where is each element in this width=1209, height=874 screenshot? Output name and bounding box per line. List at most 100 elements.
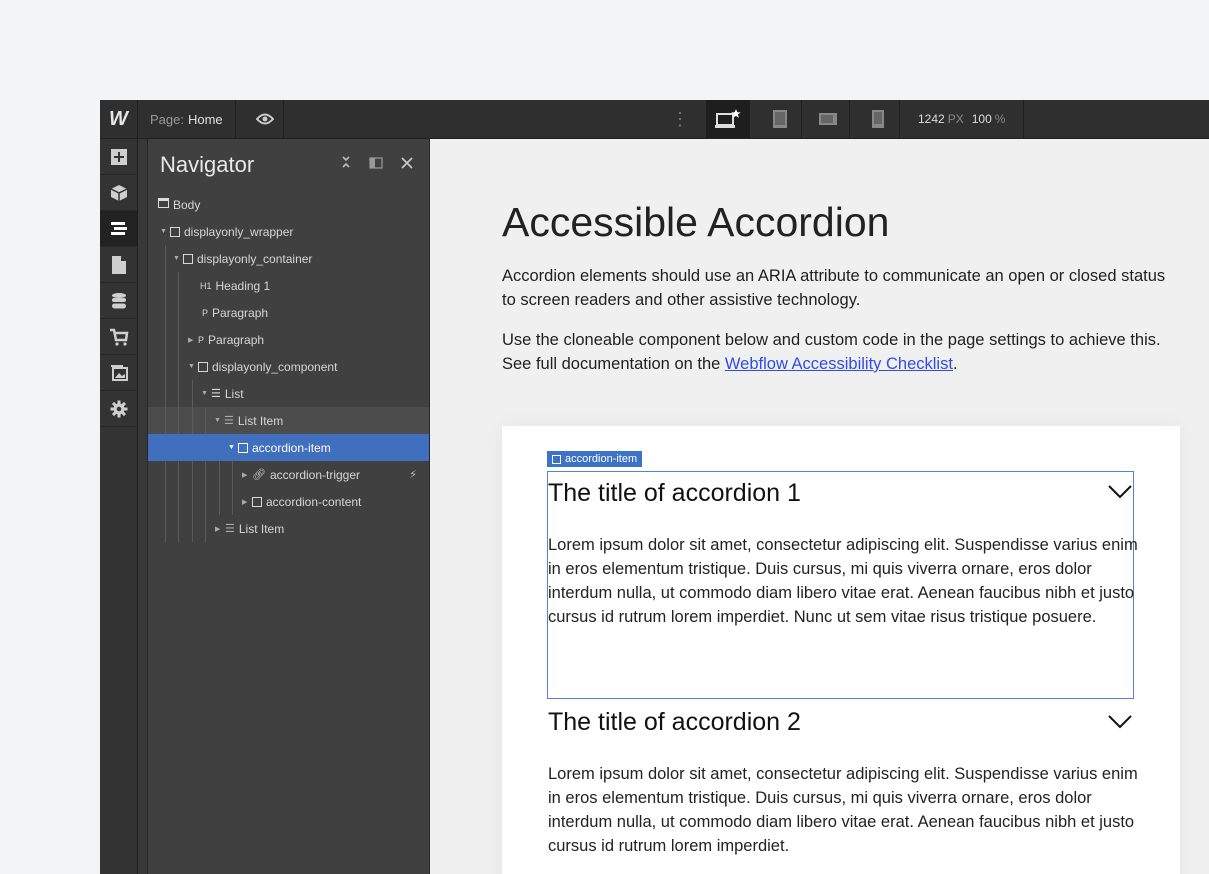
interaction-bolt-icon: ⚡︎: [409, 469, 417, 481]
accordion-1-body: Lorem ipsum dolor sit amet, consectetur …: [548, 536, 1138, 626]
tree-item-list-item[interactable]: ▼ ☰ List Item: [148, 407, 429, 434]
tree-item-paragraph[interactable]: P Paragraph: [148, 299, 429, 326]
desktop-base-icon[interactable]: [706, 100, 750, 138]
accordion-2-title[interactable]: The title of accordion 2: [548, 708, 801, 737]
instructions-paragraph[interactable]: Use the cloneable component below and cu…: [502, 328, 1182, 376]
intro-paragraph[interactable]: Accordion elements should use an ARIA at…: [502, 264, 1182, 312]
tree-item-label: accordion-trigger: [269, 467, 361, 482]
mobile-landscape-icon[interactable]: [806, 100, 850, 138]
settings-icon[interactable]: [100, 391, 137, 427]
top-bar: W Page: Home ⋮ 1242 PX 100 %: [100, 100, 1209, 139]
page-heading[interactable]: Accessible Accordion: [502, 199, 889, 246]
expand-caret-icon[interactable]: ▼: [228, 444, 238, 451]
collapse-caret-icon[interactable]: ▶: [188, 336, 198, 344]
tree-item-body[interactable]: Body: [148, 191, 429, 218]
expand-caret-icon[interactable]: ▼: [160, 228, 170, 235]
designer-app: W Page: Home ⋮ 1242 PX 100 % Navigator B…: [100, 100, 1209, 874]
paragraph-icon: P: [198, 334, 205, 345]
tree-item-displayonly-wrapper[interactable]: ▼ displayonly_wrapper: [148, 218, 429, 245]
tree-item-label: List Item: [238, 521, 285, 536]
tablet-icon[interactable]: [758, 100, 802, 138]
navigator-tree: Body ▼ displayonly_wrapper ▼ displayonly…: [148, 191, 429, 542]
accordion-2-body: Lorem ipsum dolor sit amet, consectetur …: [548, 765, 1138, 855]
tree-item-displayonly-component[interactable]: ▼ displayonly_component: [148, 353, 429, 380]
tree-item-accordion-item[interactable]: ▼ accordion-item: [148, 434, 429, 461]
navigator-icon[interactable]: [100, 211, 137, 247]
navigator-title: Navigator: [160, 152, 255, 177]
accessibility-checklist-link[interactable]: Webflow Accessibility Checklist: [725, 355, 953, 373]
viewport-width: 1242: [918, 112, 945, 126]
page-prefix: Page:: [150, 111, 184, 127]
tree-item-paragraph[interactable]: ▶ P Paragraph: [148, 326, 429, 353]
expand-caret-icon[interactable]: ▼: [188, 363, 198, 370]
tree-item-heading-1[interactable]: H1 Heading 1: [148, 272, 429, 299]
dock-panel-icon[interactable]: [369, 156, 383, 173]
div-block-icon: [183, 253, 193, 264]
link-icon: 🔗︎: [252, 469, 266, 481]
tree-item-accordion-content[interactable]: ▶ accordion-content: [148, 488, 429, 515]
collapse-caret-icon[interactable]: ▶: [242, 471, 252, 479]
cms-icon[interactable]: [100, 283, 137, 319]
page-name: Home: [187, 111, 223, 127]
design-canvas[interactable]: Accessible Accordion Accordion elements …: [430, 139, 1209, 874]
tree-item-label: List: [224, 386, 244, 401]
panel-divider: [138, 139, 147, 874]
add-icon[interactable]: [100, 139, 137, 175]
tree-item-label: List Item: [237, 413, 284, 428]
webflow-logo[interactable]: W: [100, 100, 138, 138]
viewport-size: 1242 PX 100 %: [908, 100, 1025, 138]
tree-item-label: displayonly_wrapper: [184, 224, 294, 239]
tree-item-list[interactable]: ▼ ☰ List: [148, 380, 429, 407]
more-options-icon[interactable]: ⋮: [668, 100, 692, 138]
tree-item-label: accordion-item: [252, 440, 331, 455]
chevron-down-icon[interactable]: [1108, 715, 1132, 729]
expand-caret-icon[interactable]: ▼: [201, 390, 211, 397]
mobile-portrait-icon[interactable]: [856, 100, 900, 138]
list-item-icon: ☰: [224, 415, 234, 427]
collapse-all-icon[interactable]: [341, 155, 351, 173]
selected-element-label[interactable]: accordion-item: [547, 451, 643, 467]
tree-item-label: Heading 1: [215, 278, 271, 293]
accordion-component[interactable]: accordion-item The title of accordion 1 …: [502, 426, 1180, 874]
navigator-header: Navigator: [148, 139, 429, 191]
tree-item-label: Paragraph: [208, 332, 265, 347]
div-block-icon: [198, 361, 208, 372]
div-block-icon: [170, 226, 180, 237]
paragraph-icon: P: [202, 307, 209, 318]
tree-item-label: displayonly_component: [212, 359, 338, 374]
tree-item-list-item[interactable]: ▶ ☰ List Item: [148, 515, 429, 542]
close-icon[interactable]: [401, 156, 413, 173]
instructions-end: .: [952, 355, 958, 373]
expand-caret-icon[interactable]: ▼: [214, 417, 224, 424]
tree-item-accordion-trigger[interactable]: ▶ 🔗︎ accordion-trigger ⚡︎: [148, 461, 429, 488]
zoom-unit: %: [994, 112, 1006, 126]
pages-icon[interactable]: [100, 247, 137, 283]
chevron-down-icon[interactable]: [1108, 485, 1132, 499]
preview-eye-icon[interactable]: [246, 100, 284, 138]
expand-caret-icon[interactable]: ▼: [173, 255, 183, 262]
components-icon[interactable]: [100, 175, 137, 211]
tree-item-label: displayonly_container: [197, 251, 313, 266]
div-block-icon: [238, 442, 248, 453]
ecommerce-icon[interactable]: [100, 319, 137, 355]
selected-element-name: accordion-item: [565, 453, 638, 465]
tree-item-label: accordion-content: [266, 494, 362, 509]
page-selector[interactable]: Page: Home: [138, 100, 236, 138]
div-block-icon: [252, 496, 262, 507]
assets-icon[interactable]: [100, 355, 137, 391]
list-item-icon: ☰: [225, 523, 235, 535]
viewport-unit: PX: [947, 112, 964, 126]
tree-item-label: Paragraph: [212, 305, 269, 320]
zoom-level: 100: [971, 112, 992, 126]
div-block-icon: [552, 454, 561, 464]
navigator-panel: Navigator Body ▼ displayonly_wrapper ▼ d…: [147, 139, 430, 874]
tree-item-displayonly-container[interactable]: ▼ displayonly_container: [148, 245, 429, 272]
collapse-caret-icon[interactable]: ▶: [242, 498, 252, 506]
collapse-caret-icon[interactable]: ▶: [215, 525, 225, 533]
accordion-1-title[interactable]: The title of accordion 1: [548, 479, 801, 508]
body-icon: [158, 198, 169, 211]
left-toolbar: [100, 139, 138, 874]
tree-item-label: Body: [173, 197, 201, 212]
heading-icon: H1: [200, 280, 212, 291]
list-icon: ☰: [211, 388, 221, 400]
